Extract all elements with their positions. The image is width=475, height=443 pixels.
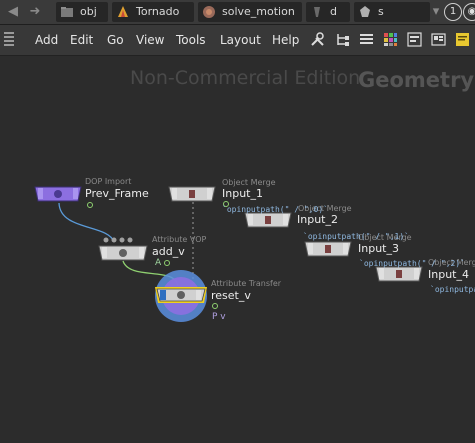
node-reset-v[interactable] — [154, 286, 208, 304]
object-merge-node-body — [168, 186, 216, 202]
menu-add[interactable]: Add — [35, 33, 58, 47]
menu-view[interactable]: View — [136, 33, 164, 47]
object-merge-node-body — [304, 241, 352, 257]
forward-arrow-icon[interactable]: ➜ — [26, 3, 44, 21]
folder-icon — [61, 7, 73, 17]
tornado-icon — [118, 6, 128, 17]
grid-view-icon[interactable] — [383, 32, 398, 47]
menu-edit[interactable]: Edit — [70, 33, 93, 47]
breadcrumb-solve-motion[interactable]: solve_motion — [198, 2, 302, 22]
node-expression: `opinputpath(" / ",1)` — [303, 232, 409, 241]
output-connector-icon[interactable] — [163, 259, 171, 267]
node-name-label[interactable]: Input_1 — [222, 187, 263, 200]
pin-icon[interactable]: ◉ — [463, 3, 475, 21]
node-expression: `opinputpath(" / ",0)` — [222, 205, 328, 214]
node-name-label[interactable]: Input_3 — [358, 242, 399, 255]
breadcrumb-label: obj — [80, 5, 97, 18]
back-arrow-icon[interactable]: ◀ — [4, 3, 22, 21]
sticky-note-icon[interactable] — [455, 32, 470, 47]
breadcrumb-s[interactable]: s — [354, 2, 430, 22]
network-editor[interactable]: Non-Commercial Edition Geometry DOP Impo… — [0, 56, 475, 443]
node-type-label: Attribute VOP — [152, 235, 207, 244]
node-flag-text: A — [155, 258, 162, 268]
solver-icon — [203, 6, 215, 18]
split-view-icon[interactable] — [431, 32, 446, 47]
breadcrumb-obj[interactable]: obj — [56, 2, 108, 22]
menu-go[interactable]: Go — [107, 33, 124, 47]
output-connector-icon[interactable] — [86, 201, 94, 209]
menu-layout[interactable]: Layout — [220, 33, 261, 47]
menu-tools[interactable]: Tools — [176, 33, 206, 47]
node-expression: `opinputpat — [430, 285, 475, 294]
input-connectors[interactable] — [102, 236, 142, 244]
node-name-label[interactable]: Input_4 — [428, 268, 469, 281]
attribute-vop-node-body — [98, 245, 148, 261]
node-input-3[interactable] — [303, 240, 353, 258]
pane-link-button[interactable]: 1 — [444, 3, 462, 21]
wires-layer — [58, 202, 194, 287]
output-connector-icon[interactable] — [211, 302, 219, 310]
menu-help[interactable]: Help — [272, 33, 299, 47]
node-type-label: DOP Import — [85, 177, 132, 186]
node-name-label[interactable]: Prev_Frame — [85, 187, 149, 200]
node-prev-frame[interactable] — [33, 185, 83, 203]
breadcrumb-label: Tornado — [136, 5, 180, 18]
node-name-label[interactable]: reset_v — [211, 289, 251, 302]
menu-bar: Add Edit Go View Tools Layout Help — [0, 25, 475, 56]
path-dropdown-icon[interactable]: ▾ — [432, 3, 440, 21]
node-type-label: Attribute Transfer — [211, 279, 282, 288]
pane-number: 1 — [449, 6, 457, 17]
node-name-label[interactable]: add_v — [152, 245, 185, 258]
node-add-v[interactable] — [97, 244, 149, 262]
node-input-1[interactable] — [167, 185, 217, 203]
node-type-label: Object Merge — [222, 178, 276, 187]
breadcrumb-label: solve_motion — [222, 5, 295, 18]
attribute-transfer-node-body — [155, 287, 207, 303]
breadcrumb-d[interactable]: d — [306, 2, 350, 22]
breadcrumb-label: s — [378, 5, 384, 18]
path-bar: ◀ ➜ obj Tornado solve_motion d s ▾ 1 ◉ — [0, 0, 475, 25]
node-name-label[interactable]: Input_2 — [297, 213, 338, 226]
tools-icon[interactable] — [310, 32, 325, 47]
dop-icon — [314, 7, 320, 17]
grip-icon[interactable] — [4, 32, 14, 48]
node-flag-text: P v — [212, 312, 226, 322]
list-view-icon[interactable] — [359, 32, 374, 47]
dop-import-node-body — [34, 186, 82, 202]
geometry-icon — [360, 6, 370, 17]
tree-view-icon[interactable] — [335, 32, 350, 47]
node-expression: `opinputpath(" / ",2)` — [359, 259, 465, 268]
parameters-icon[interactable] — [407, 32, 422, 47]
breadcrumb-label: d — [330, 5, 337, 18]
breadcrumb-tornado[interactable]: Tornado — [112, 2, 194, 22]
